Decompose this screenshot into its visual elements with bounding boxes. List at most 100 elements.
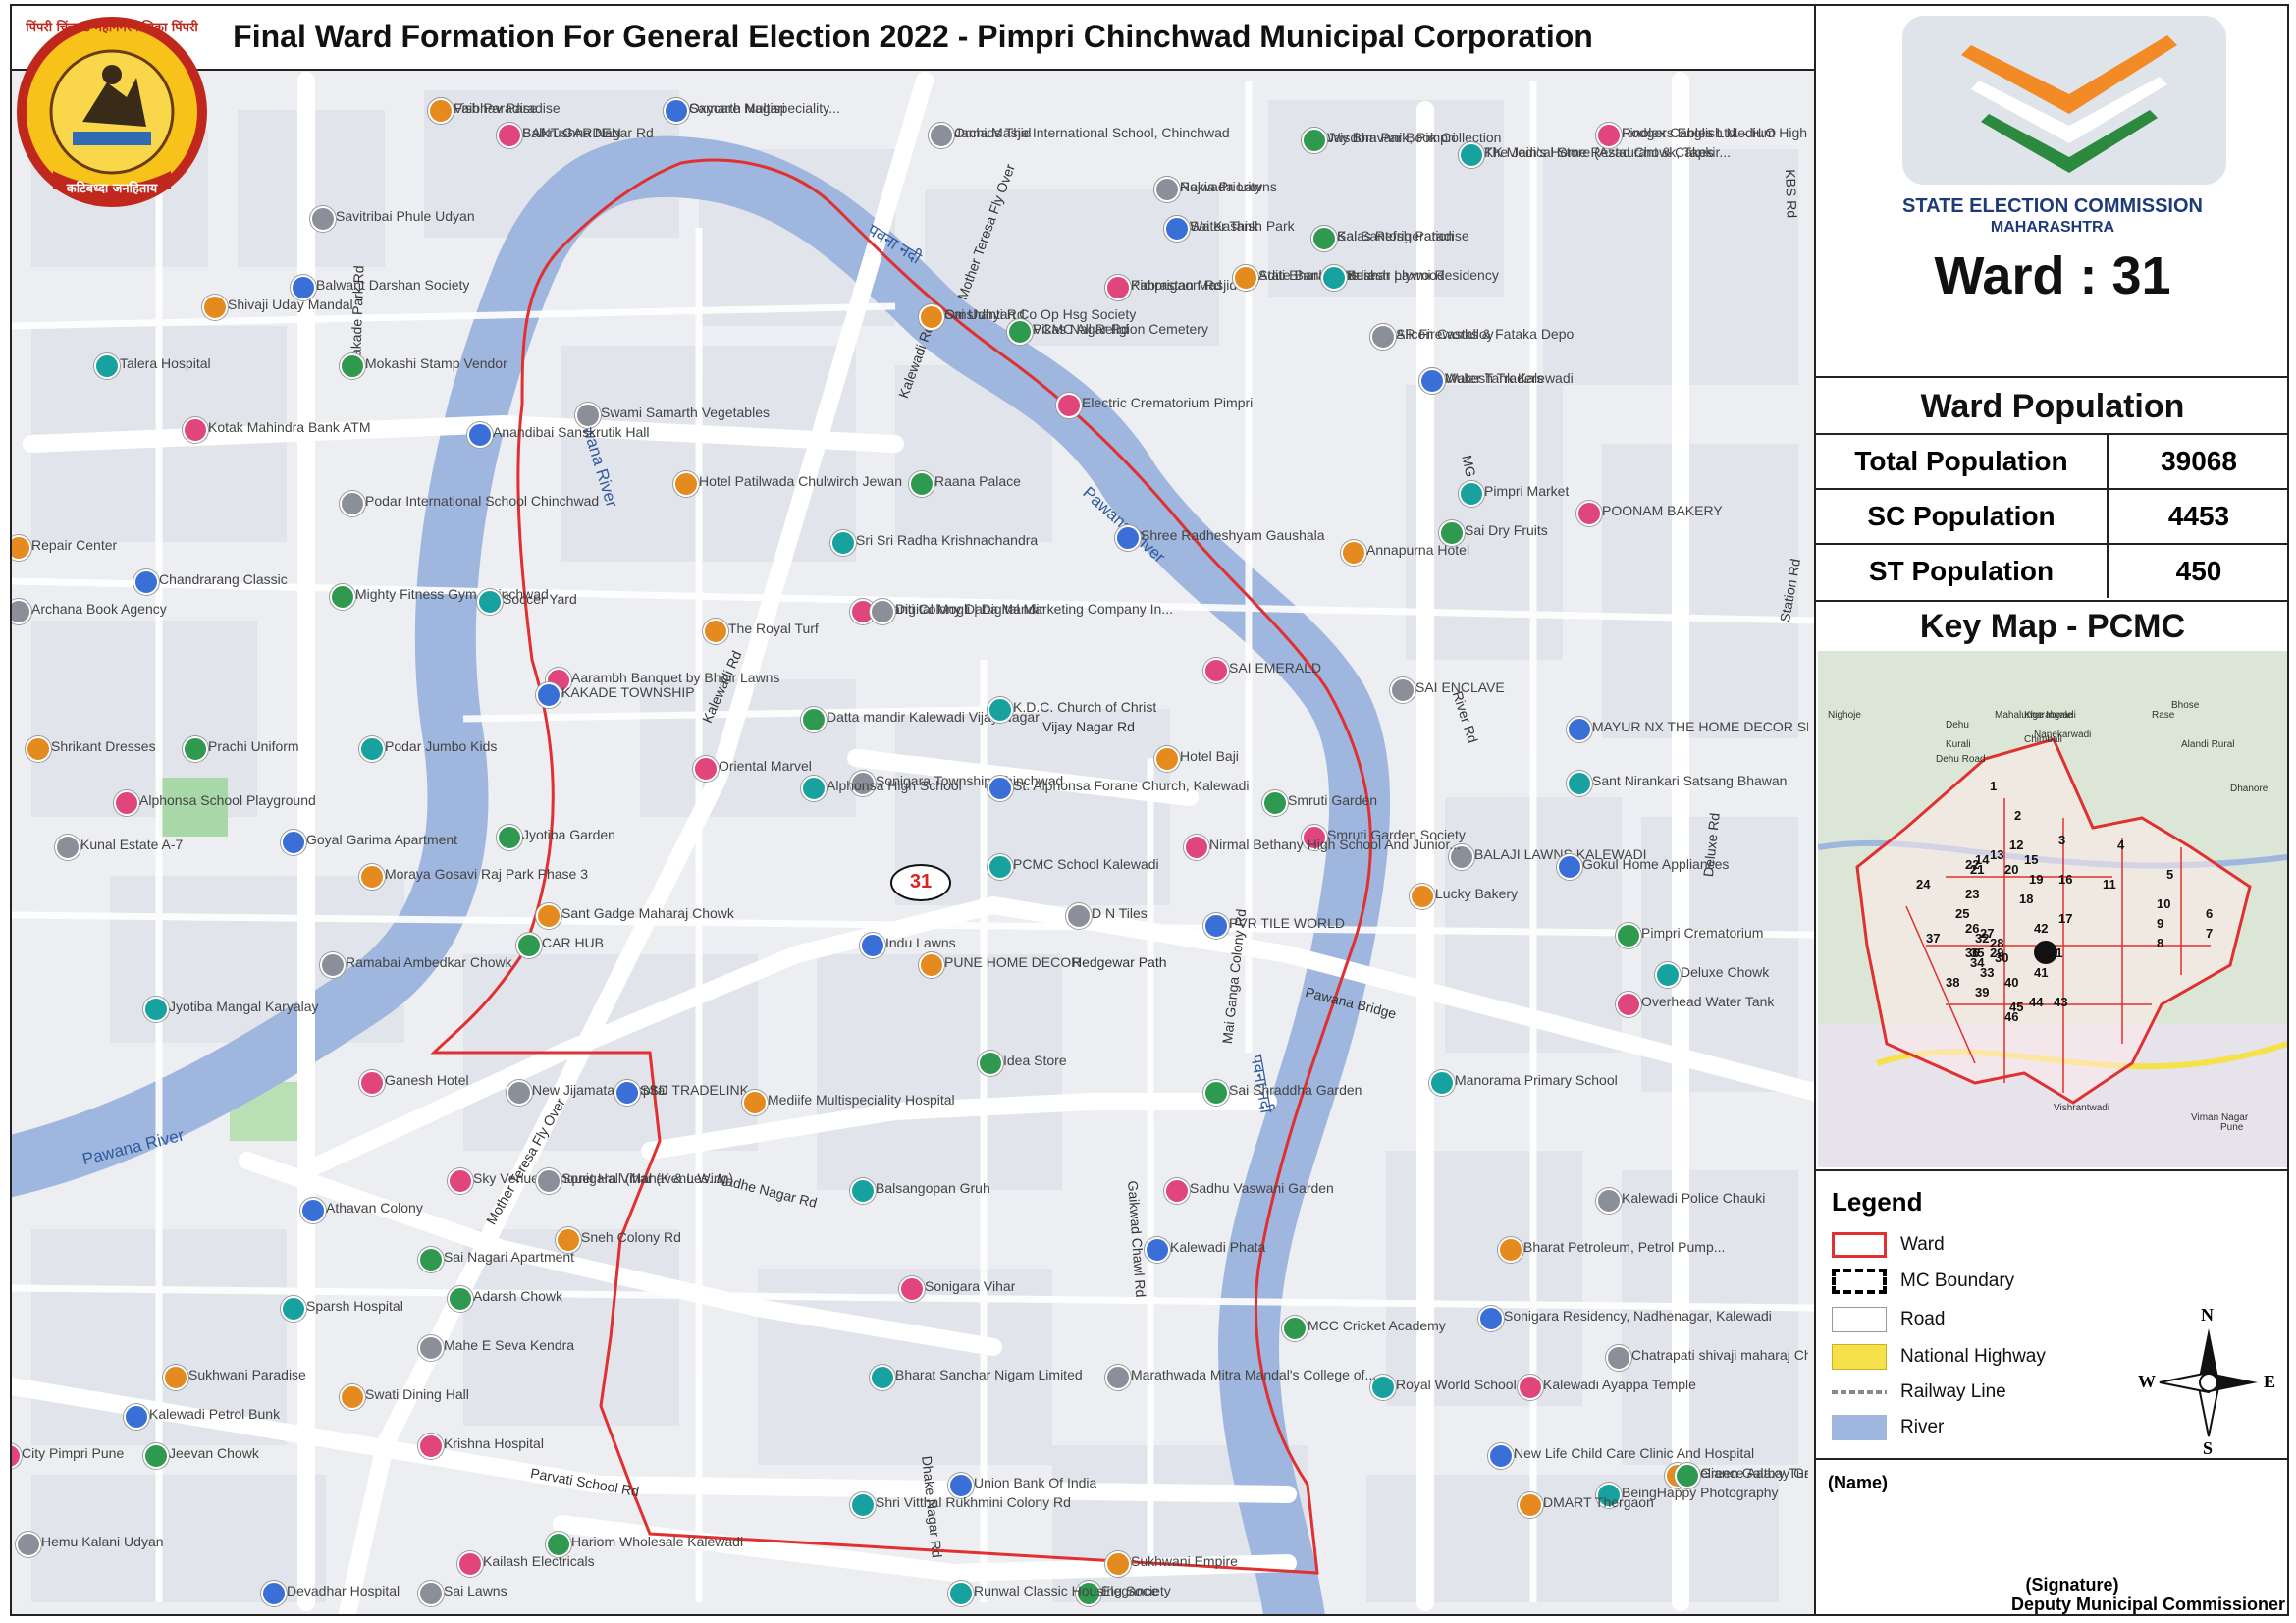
place-marker-icon[interactable] <box>1567 771 1592 796</box>
place-marker-icon[interactable] <box>1203 658 1229 683</box>
place-marker-icon[interactable] <box>1154 746 1180 772</box>
place-marker-icon[interactable] <box>94 353 120 379</box>
place-marker-icon[interactable] <box>418 1335 444 1361</box>
place-marker-icon[interactable] <box>281 1296 306 1322</box>
place-marker-icon[interactable] <box>1302 128 1327 153</box>
place-marker-icon[interactable] <box>1370 324 1396 350</box>
place-marker-icon[interactable] <box>948 1581 974 1606</box>
place-marker-icon[interactable] <box>340 1384 365 1410</box>
place-marker-icon[interactable] <box>673 471 699 497</box>
place-marker-icon[interactable] <box>340 491 365 516</box>
place-marker-icon[interactable] <box>418 1247 444 1272</box>
place-marker-icon[interactable] <box>183 736 208 762</box>
place-marker-icon[interactable] <box>1429 1070 1455 1096</box>
place-marker-icon[interactable] <box>1154 177 1180 202</box>
place-marker-icon[interactable] <box>536 903 561 929</box>
place-marker-icon[interactable] <box>1007 319 1033 345</box>
place-marker-icon[interactable] <box>428 98 454 124</box>
place-marker-icon[interactable] <box>26 736 51 762</box>
place-marker-icon[interactable] <box>418 1434 444 1459</box>
place-marker-icon[interactable] <box>507 1080 532 1106</box>
place-marker-icon[interactable] <box>1488 1443 1514 1469</box>
place-marker-icon[interactable] <box>988 697 1013 723</box>
place-marker-icon[interactable] <box>988 854 1013 880</box>
place-marker-icon[interactable] <box>1145 1237 1170 1263</box>
place-marker-icon[interactable] <box>1105 1365 1131 1390</box>
place-marker-icon[interactable] <box>860 933 885 958</box>
place-marker-icon[interactable] <box>340 353 365 379</box>
place-marker-icon[interactable] <box>418 1581 444 1606</box>
place-marker-icon[interactable] <box>330 584 355 610</box>
place-marker-icon[interactable] <box>1478 1306 1504 1331</box>
place-marker-icon[interactable] <box>870 1365 895 1390</box>
ward-map[interactable]: 31 Pawana River Pawana River Pawana Rive… <box>12 71 1814 1614</box>
place-marker-icon[interactable] <box>1616 992 1641 1017</box>
place-marker-icon[interactable] <box>281 830 306 855</box>
place-marker-icon[interactable] <box>536 682 561 708</box>
place-marker-icon[interactable] <box>448 1168 473 1194</box>
place-marker-icon[interactable] <box>1518 1492 1543 1518</box>
place-marker-icon[interactable] <box>801 776 827 801</box>
place-marker-icon[interactable] <box>467 422 493 448</box>
keymap-image[interactable]: 1 2 3 4 5 6 7 8 9 10 11 12 13 14 15 16 17 18 19 20 21 22 23 24 2… <box>1818 651 2287 1167</box>
place-marker-icon[interactable] <box>1459 142 1484 168</box>
place-marker-icon[interactable] <box>1419 368 1445 394</box>
place-marker-icon[interactable] <box>1164 216 1190 242</box>
place-marker-icon[interactable] <box>919 304 944 330</box>
place-marker-icon[interactable] <box>1115 525 1141 551</box>
place-marker-icon[interactable] <box>1105 275 1131 300</box>
place-marker-icon[interactable] <box>850 1492 876 1518</box>
place-marker-icon[interactable] <box>929 123 954 148</box>
place-marker-icon[interactable] <box>919 952 944 978</box>
place-marker-icon[interactable] <box>124 1404 149 1430</box>
place-marker-icon[interactable] <box>1105 1551 1131 1577</box>
place-marker-icon[interactable] <box>1184 835 1209 860</box>
place-marker-icon[interactable] <box>1282 1316 1308 1341</box>
place-marker-icon[interactable] <box>457 1551 483 1577</box>
place-marker-icon[interactable] <box>1655 962 1681 988</box>
place-marker-icon[interactable] <box>143 997 169 1022</box>
place-marker-icon[interactable] <box>614 1080 640 1106</box>
place-marker-icon[interactable] <box>114 790 139 816</box>
place-marker-icon[interactable] <box>477 589 503 615</box>
place-marker-icon[interactable] <box>1439 520 1465 546</box>
place-marker-icon[interactable] <box>870 599 895 624</box>
place-marker-icon[interactable] <box>516 933 542 958</box>
place-marker-icon[interactable] <box>359 1070 385 1096</box>
place-marker-icon[interactable] <box>1164 1178 1190 1204</box>
place-marker-icon[interactable] <box>1203 1080 1229 1106</box>
place-marker-icon[interactable] <box>1321 265 1347 291</box>
place-marker-icon[interactable] <box>1596 1188 1622 1214</box>
place-marker-icon[interactable] <box>1341 540 1366 566</box>
place-marker-icon[interactable] <box>448 1286 473 1312</box>
place-marker-icon[interactable] <box>978 1051 1003 1076</box>
place-marker-icon[interactable] <box>664 98 689 124</box>
place-marker-icon[interactable] <box>497 825 522 850</box>
place-marker-icon[interactable] <box>1498 1237 1523 1263</box>
place-marker-icon[interactable] <box>320 952 346 978</box>
place-marker-icon[interactable] <box>143 1443 169 1469</box>
place-marker-icon[interactable] <box>202 295 228 320</box>
place-marker-icon[interactable] <box>1557 854 1582 880</box>
place-marker-icon[interactable] <box>693 756 719 782</box>
place-marker-icon[interactable] <box>1567 717 1592 742</box>
place-marker-icon[interactable] <box>1390 677 1415 703</box>
place-marker-icon[interactable] <box>703 619 728 644</box>
place-marker-icon[interactable] <box>163 1365 188 1390</box>
place-marker-icon[interactable] <box>742 1090 768 1115</box>
place-marker-icon[interactable] <box>1056 393 1082 418</box>
place-marker-icon[interactable] <box>1262 790 1288 816</box>
place-marker-icon[interactable] <box>830 530 856 556</box>
place-marker-icon[interactable] <box>1459 481 1484 507</box>
place-marker-icon[interactable] <box>1066 903 1092 929</box>
place-marker-icon[interactable] <box>536 1168 561 1194</box>
place-marker-icon[interactable] <box>899 1276 925 1302</box>
place-marker-icon[interactable] <box>359 736 385 762</box>
place-marker-icon[interactable] <box>1576 501 1602 526</box>
place-marker-icon[interactable] <box>801 707 827 732</box>
place-marker-icon[interactable] <box>1606 1345 1631 1371</box>
place-marker-icon[interactable] <box>300 1198 326 1223</box>
place-marker-icon[interactable] <box>183 417 208 443</box>
place-marker-icon[interactable] <box>1596 123 1622 148</box>
place-marker-icon[interactable] <box>497 123 522 148</box>
